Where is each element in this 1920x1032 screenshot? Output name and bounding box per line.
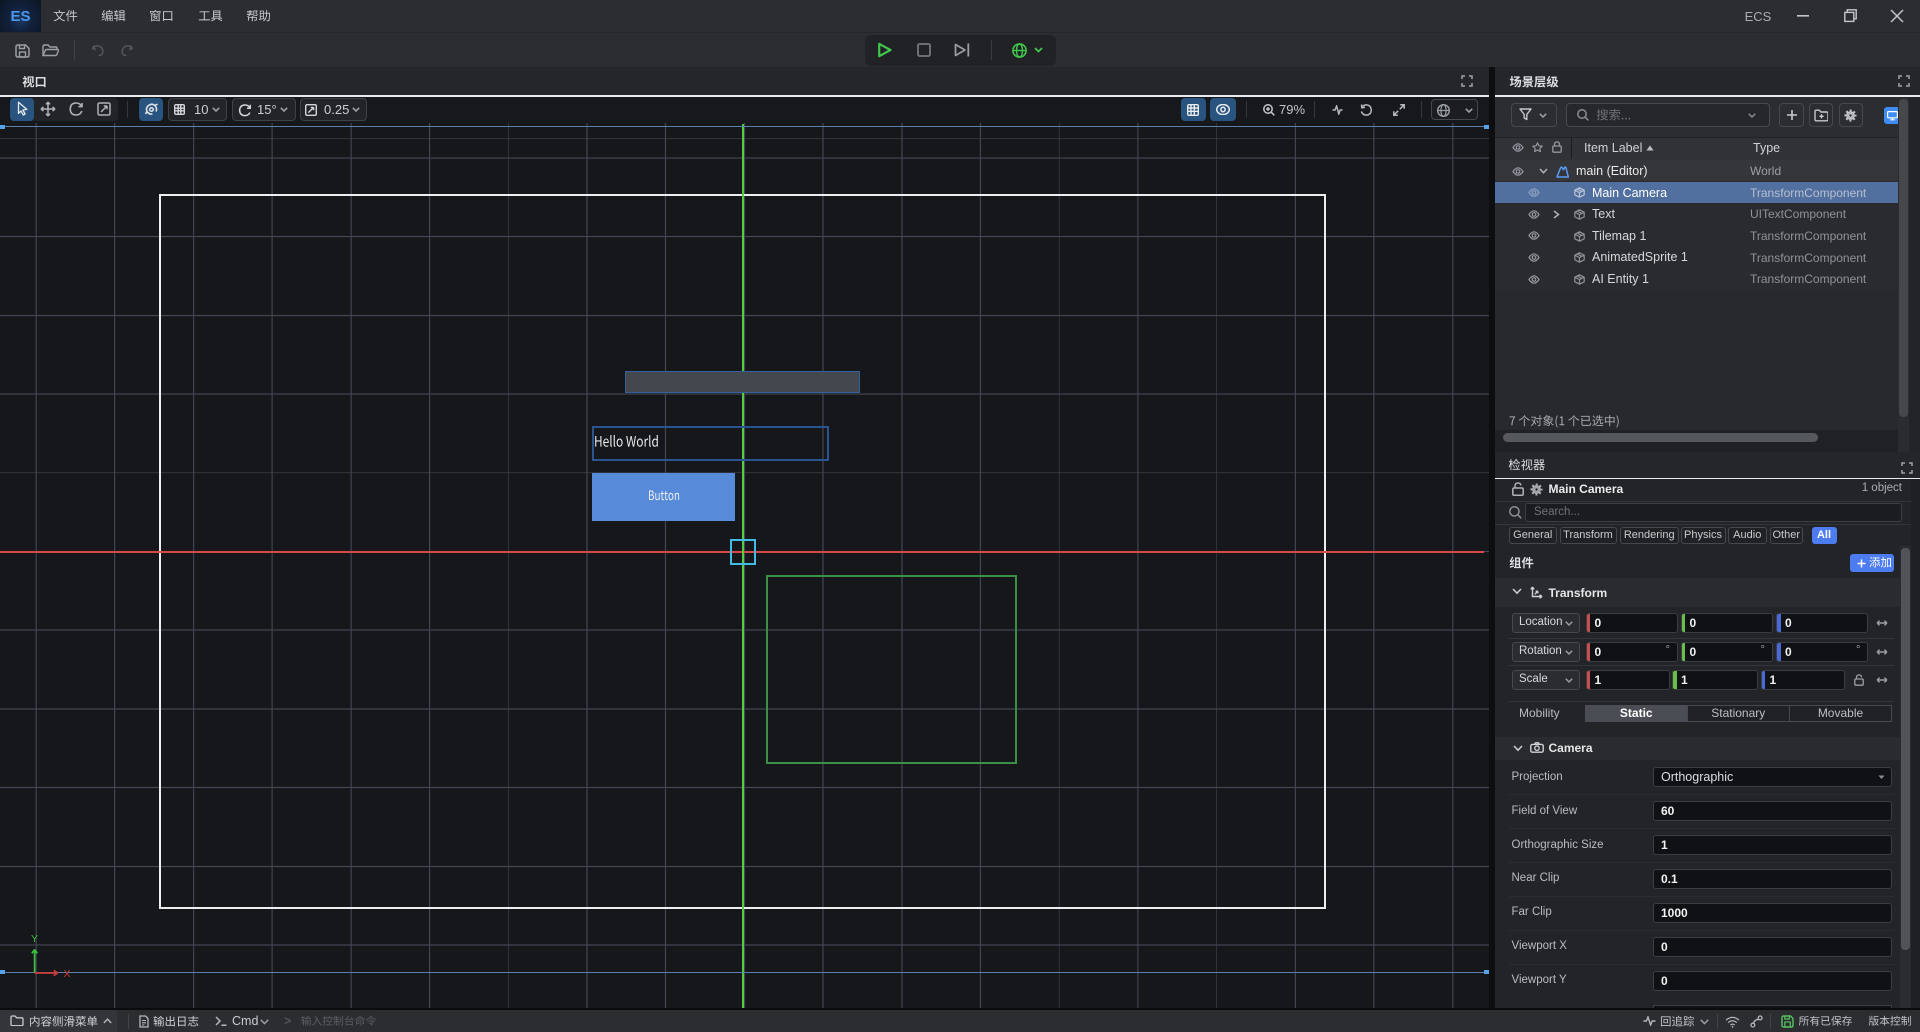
svg-text:X: X [64,968,71,980]
svg-text:Y: Y [31,933,38,945]
